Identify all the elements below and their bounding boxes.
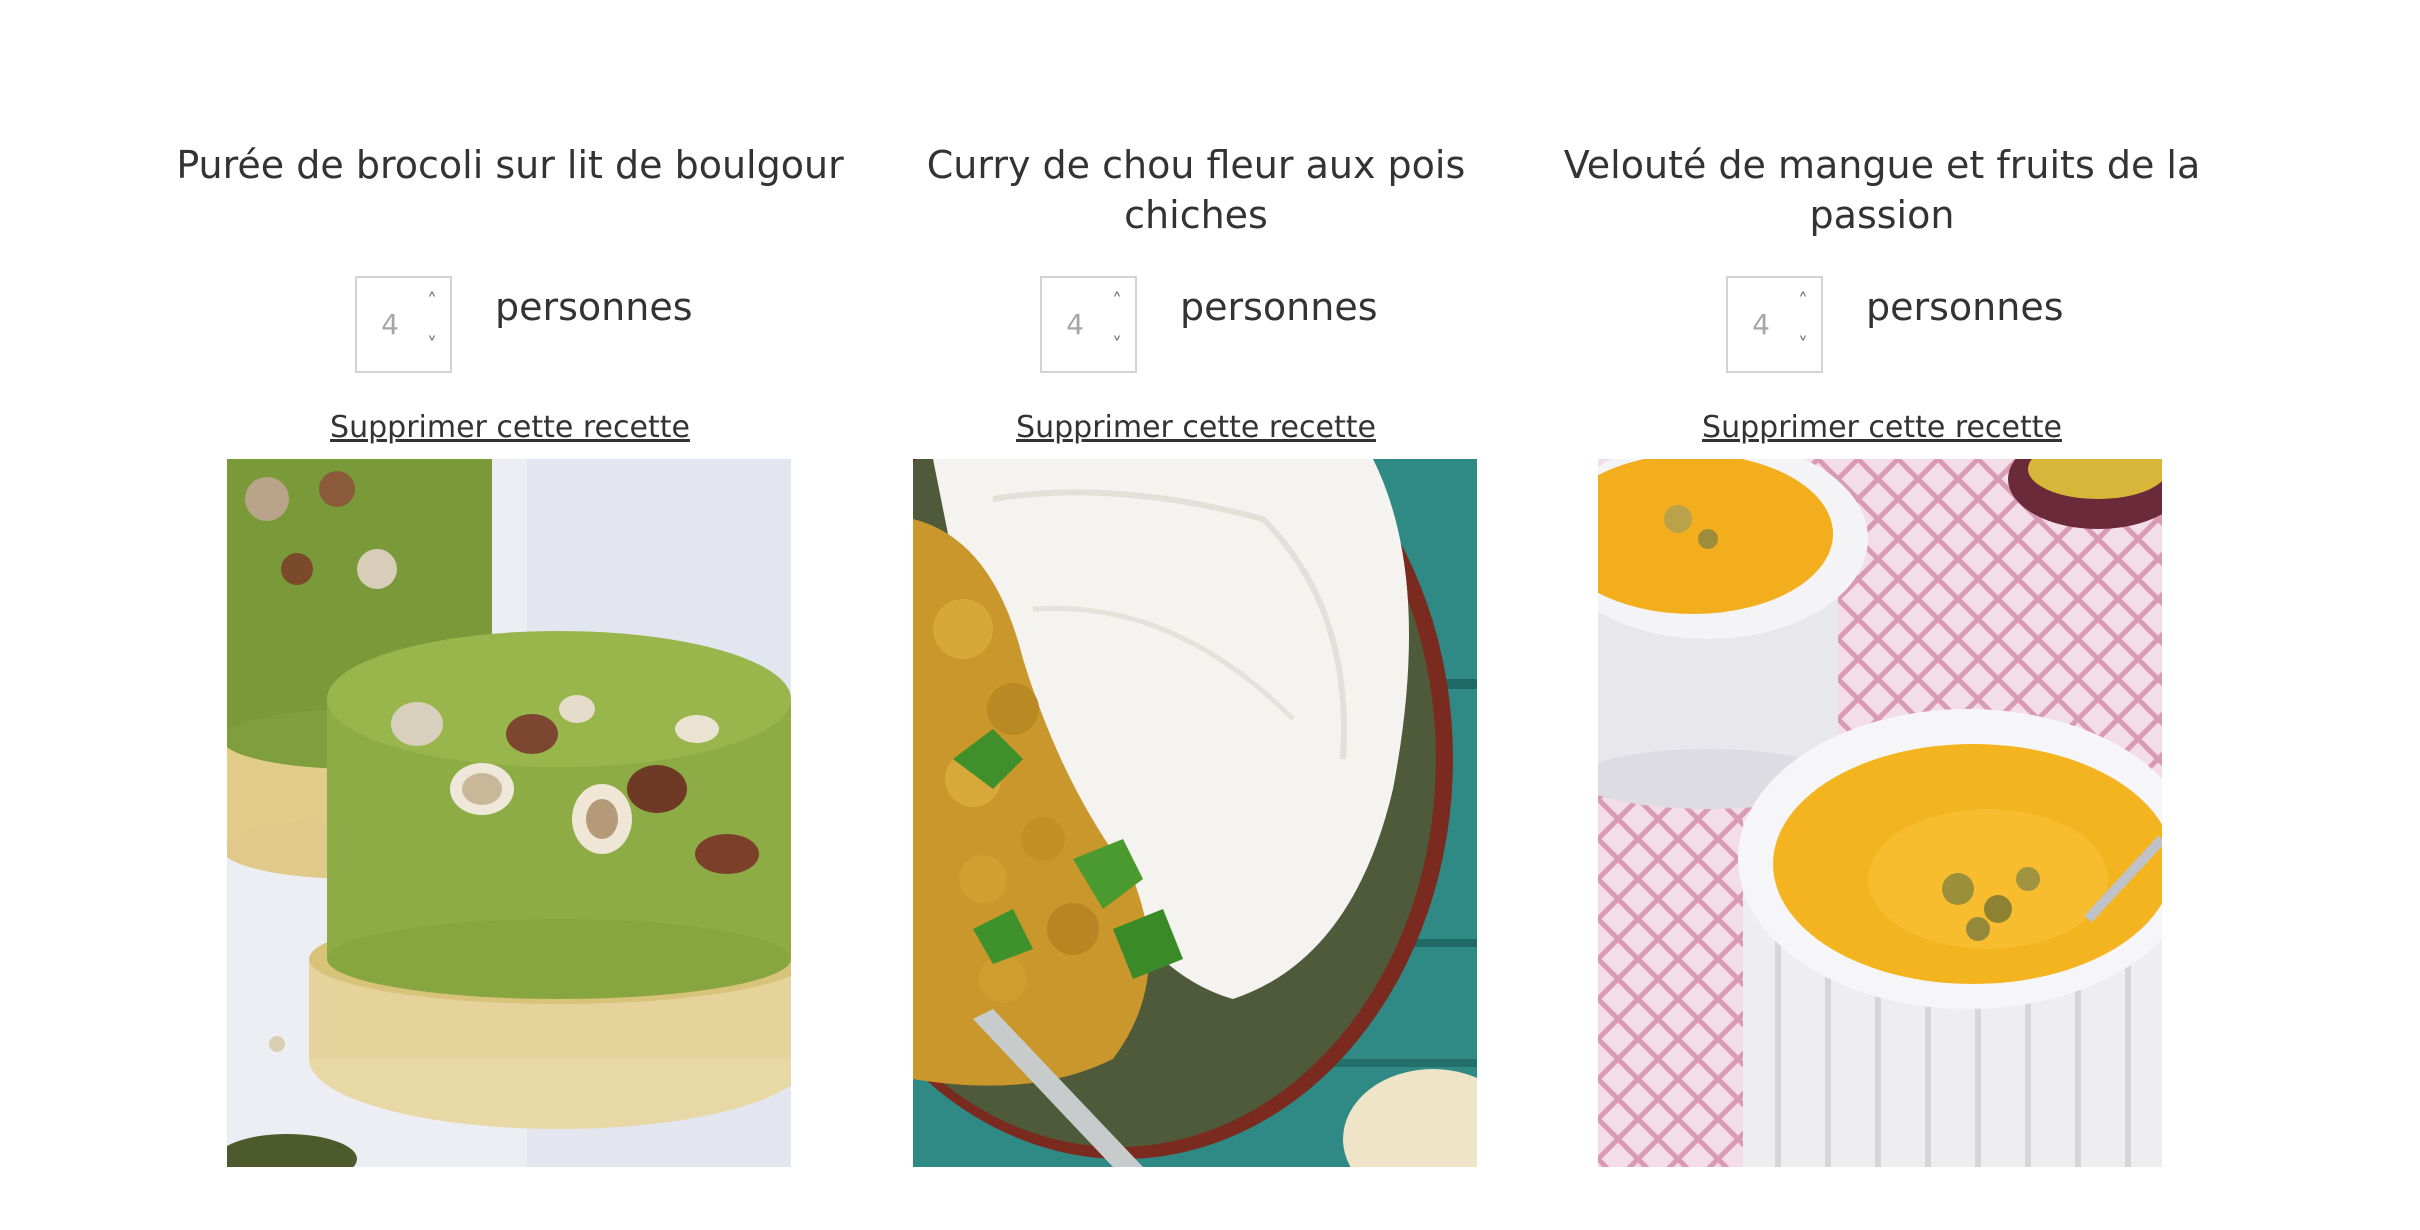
cauliflower-curry-image [913,459,1477,1167]
mango-veloute-image [1598,459,2162,1167]
servings-stepper[interactable]: 4 ˄ ˅ [355,276,452,373]
delete-recipe-link[interactable]: Supprimer cette recette [856,408,1536,448]
chevron-down-icon[interactable]: ˅ [1793,334,1813,356]
recipe-title: Velouté de mangue et fruits de la passio… [1563,143,2201,237]
servings-stepper[interactable]: 4 ˄ ˅ [1726,276,1823,373]
servings-value[interactable]: 4 [1042,278,1108,371]
delete-recipe-link[interactable]: Supprimer cette recette [170,408,850,448]
chevron-up-icon[interactable]: ˄ [1793,290,1813,312]
chevron-up-icon[interactable]: ˄ [1107,290,1127,312]
servings-stepper[interactable]: 4 ˄ ˅ [1040,276,1137,373]
chevron-down-icon[interactable]: ˅ [1107,334,1127,356]
chevron-up-icon[interactable]: ˄ [422,290,442,312]
recipe-photo [227,459,791,1167]
recipe-title: Purée de brocoli sur lit de boulgour [176,143,844,187]
delete-recipe-link[interactable]: Supprimer cette recette [1542,408,2222,448]
servings-label: personnes [1866,285,2064,329]
broccoli-puree-image [227,459,791,1167]
recipe-photo [913,459,1477,1167]
servings-label: personnes [1180,285,1378,329]
servings-label: personnes [495,285,693,329]
servings-value[interactable]: 4 [1728,278,1794,371]
chevron-down-icon[interactable]: ˅ [422,334,442,356]
recipe-title: Curry de chou fleur aux pois chiches [926,143,1466,237]
recipe-photo [1598,459,2162,1167]
servings-value[interactable]: 4 [357,278,423,371]
